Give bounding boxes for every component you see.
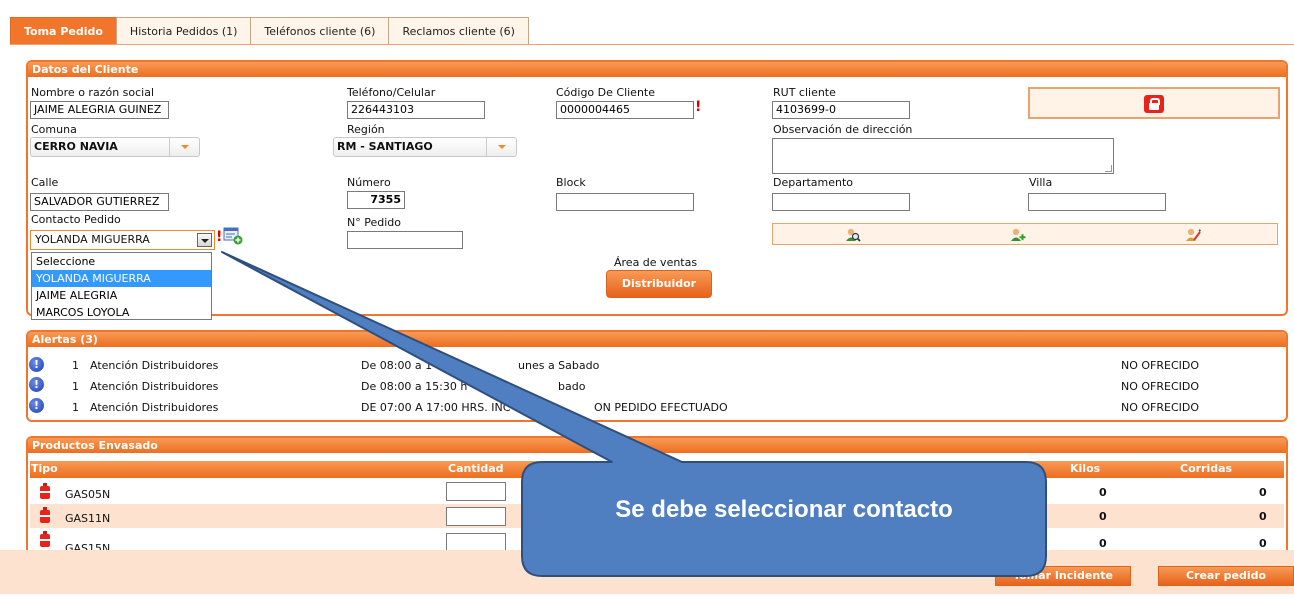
callout-text: Se debe seleccionar contacto bbox=[615, 496, 953, 523]
